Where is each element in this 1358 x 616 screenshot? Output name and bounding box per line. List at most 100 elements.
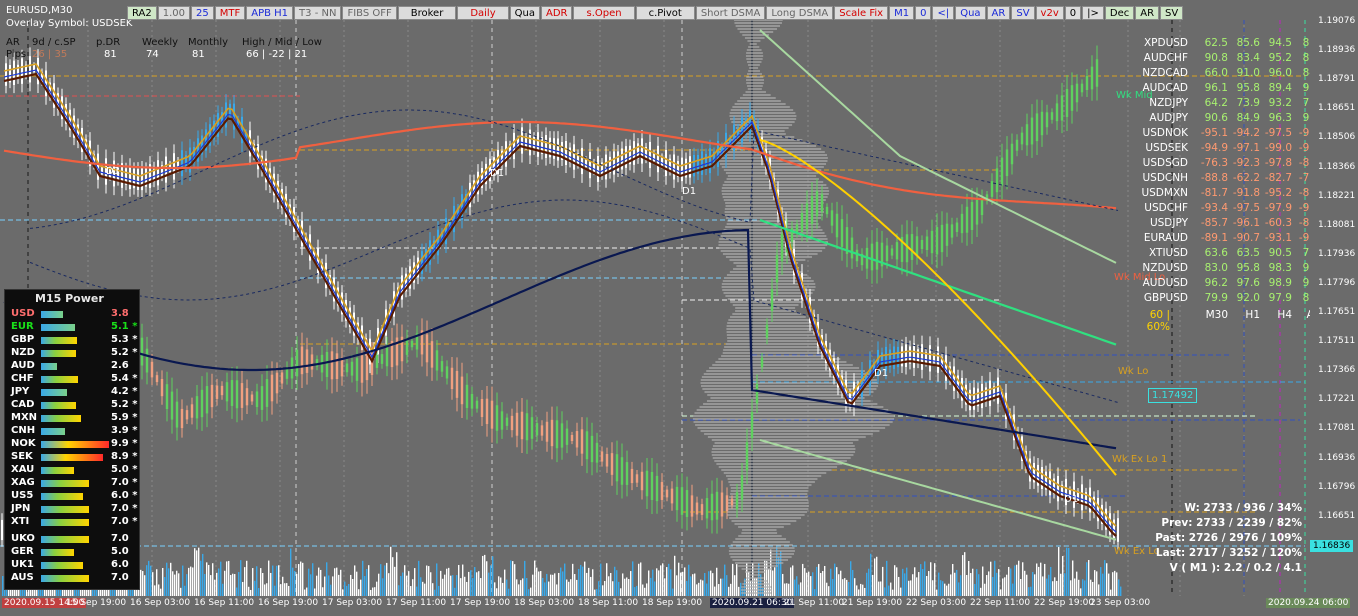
ma-fast-gold	[3, 63, 1117, 527]
power-row-jpy: JPY 4.2 *	[5, 386, 139, 399]
strength-value: 84.9	[1236, 112, 1260, 124]
volume-bar	[1082, 579, 1084, 596]
toolbar-button-22[interactable]: v2v	[1035, 6, 1064, 20]
volume-bar	[434, 589, 436, 596]
volume-bar	[612, 581, 614, 596]
overlay-candle-body	[600, 451, 604, 462]
volume-bar	[436, 563, 438, 596]
toolbar-button-4[interactable]: APB H1	[246, 6, 294, 20]
volume-bar	[362, 560, 364, 596]
volume-bar	[224, 570, 226, 596]
candle-body	[5, 63, 7, 86]
overlay-candle-body	[1030, 117, 1034, 145]
volume-bar	[722, 578, 724, 596]
overlay-candle-body	[495, 405, 499, 431]
volume-bar	[292, 567, 294, 596]
volume-bar	[248, 586, 250, 596]
toolbar-button-9[interactable]: Qua	[509, 6, 540, 20]
toolbar-button-26[interactable]: AR	[1135, 6, 1160, 20]
strength-value: -90.7	[1232, 232, 1260, 244]
time-tick-label: 17 Sep 19:00	[450, 598, 511, 608]
volume-bar	[838, 574, 840, 596]
overlay-candle-body	[335, 353, 339, 380]
volume-bar	[844, 578, 846, 596]
power-currency-name: CHF	[11, 373, 34, 384]
toolbar-button-14[interactable]: Long DSMA	[766, 6, 834, 20]
volume-bar	[364, 576, 366, 596]
power-value: 7.0	[111, 572, 129, 583]
toolbar-button-21[interactable]: SV	[1011, 6, 1035, 20]
toolbar-button-11[interactable]: s.Open	[573, 6, 635, 20]
stat-header-hml: High / Mid / Low	[242, 37, 322, 48]
volume-bar	[494, 582, 496, 596]
candle-body	[861, 370, 863, 398]
toolbar-button-27[interactable]: SV	[1160, 6, 1184, 20]
volume-bar	[272, 565, 274, 596]
overlay-candle-body	[670, 488, 674, 504]
overlay-candle-body	[145, 348, 149, 373]
volume-bar	[400, 575, 402, 596]
volume-bar	[1120, 586, 1122, 596]
toolbar-button-0[interactable]: RA2	[127, 6, 157, 20]
volume-bar	[466, 581, 468, 596]
toolbar-button-7[interactable]: Broker	[397, 6, 457, 20]
overlay-candle-body	[535, 423, 539, 436]
power-value: 3.8	[111, 308, 129, 319]
toolbar-button-1[interactable]: 1.00	[157, 6, 191, 20]
volume-bar	[504, 569, 506, 596]
volume-bar	[854, 578, 856, 596]
volume-bar	[840, 570, 842, 596]
toolbar-button-3[interactable]: MTF	[214, 6, 246, 20]
overlay-candle-body	[700, 504, 704, 515]
toolbar-button-20[interactable]: AR	[986, 6, 1011, 20]
toolbar-button-13[interactable]: Short DSMA	[695, 6, 766, 20]
toolbar-button-12[interactable]: c.Pivot	[635, 6, 695, 20]
power-value: 7.0	[111, 533, 129, 544]
overlay-candle-body	[820, 194, 824, 212]
toolbar-button-15[interactable]: Scale Fix	[834, 6, 889, 20]
volume-bar	[562, 571, 564, 596]
volume-bar	[750, 580, 752, 596]
strength-pair: AUDUSD	[1142, 277, 1188, 289]
volume-bar	[860, 583, 862, 596]
overlay-candle-body	[150, 361, 154, 378]
power-currency-name: JPN	[11, 503, 31, 514]
volume-bar	[428, 566, 430, 596]
volume-bar	[162, 567, 164, 596]
toolbar-button-10[interactable]: ADR	[540, 6, 573, 20]
volume-bar	[202, 553, 204, 596]
volume-bar	[794, 579, 796, 596]
stat-pips-pdr: 81	[104, 49, 117, 60]
volume-bar	[502, 582, 504, 596]
toolbar-button-2[interactable]: 25	[191, 6, 214, 20]
volume-bar	[988, 571, 990, 596]
volume-bar	[594, 589, 596, 596]
toolbar-button-6[interactable]: FIBS OFF	[342, 6, 397, 20]
volume-bar	[392, 557, 394, 596]
volume-bar	[1016, 564, 1018, 596]
strength-value: 63.6	[1204, 247, 1228, 259]
volume-bar	[242, 581, 244, 596]
toolbar-button-19[interactable]: Qua	[955, 6, 986, 20]
power-row-sek: SEK 8.9 *	[5, 451, 139, 464]
volume-bar	[784, 583, 786, 596]
volume-bar	[200, 560, 202, 596]
overlay-candle-body	[205, 386, 209, 414]
volume-bar	[990, 561, 992, 596]
toolbar-button-5[interactable]: T3 - NN	[294, 6, 342, 20]
toolbar-button-16[interactable]: M1	[889, 6, 915, 20]
strength-value: 97.6	[1236, 277, 1260, 289]
toolbar-button-23[interactable]: 0	[1064, 6, 1082, 20]
volume-bar	[998, 569, 1000, 596]
toolbar-button-17[interactable]: 0	[915, 6, 932, 20]
candle-body	[945, 355, 947, 381]
overlay-symbol-label: Overlay Symbol: USDSEK	[6, 18, 133, 29]
toolbar-button-18[interactable]: <|	[932, 6, 955, 20]
toolbar-button-8[interactable]: Daily	[457, 6, 509, 20]
volume-bar	[408, 571, 410, 596]
toolbar-button-25[interactable]: Dec	[1104, 6, 1135, 20]
volume-bar	[584, 561, 586, 596]
overlay-candle-body	[990, 181, 994, 197]
toolbar-button-24[interactable]: |>	[1082, 6, 1104, 20]
volume-bar	[254, 580, 256, 596]
